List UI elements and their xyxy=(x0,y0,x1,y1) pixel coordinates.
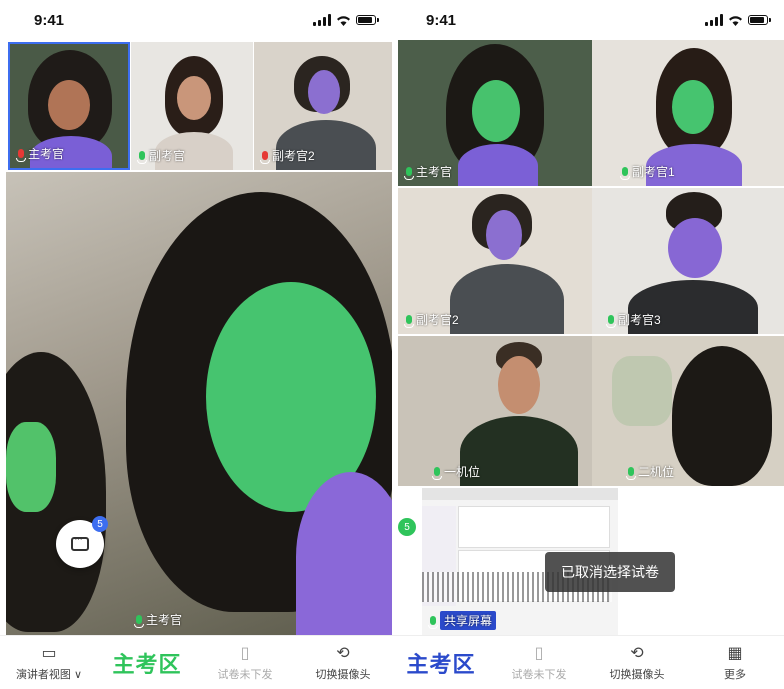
brand-title: 主考区 xyxy=(392,647,490,679)
mic-icon xyxy=(260,151,270,164)
battery-icon xyxy=(356,15,379,25)
switch-camera-label: 切换摄像头 xyxy=(609,669,665,681)
brand-label: 主考区 xyxy=(112,651,182,677)
count-badge: 5 xyxy=(398,518,416,536)
grid-chief-examiner[interactable]: 主考官 xyxy=(398,40,592,186)
grid-deputy-examiner-1[interactable]: 副考官1 xyxy=(592,40,784,186)
presenter-view-label: 演讲者视图 ∨ xyxy=(15,669,83,681)
mic-icon xyxy=(626,467,636,480)
switch-camera-button[interactable]: ⟲ 切换摄像头 xyxy=(294,643,392,682)
status-bar: 9:41 xyxy=(392,0,784,40)
paper-button[interactable]: ▯ 试卷未下发 xyxy=(490,643,588,682)
grid-label: 二机位 xyxy=(638,465,675,479)
status-bar: 9:41 xyxy=(0,0,392,40)
thumb-deputy-examiner-2[interactable]: 副考官2 xyxy=(254,42,392,170)
thumb-label: 主考官 xyxy=(28,147,65,161)
paper-button[interactable]: ▯ 试卷未下发 xyxy=(196,643,294,682)
presenter-view-button[interactable]: ▭ 演讲者视图 ∨ xyxy=(0,643,98,682)
paper-label: 试卷未下发 xyxy=(217,669,273,681)
more-label: 更多 xyxy=(724,669,746,681)
mic-icon xyxy=(134,615,144,628)
thumb-deputy-examiner[interactable]: 副考官 xyxy=(131,42,253,170)
paper-icon: ▯ xyxy=(534,645,544,662)
status-time: 9:41 xyxy=(34,11,65,29)
screen-share-label: 共享屏幕 xyxy=(440,611,497,630)
thumb-chief-examiner[interactable]: 主考官 xyxy=(8,42,130,170)
mic-icon xyxy=(620,167,630,180)
grid-deputy-examiner-3[interactable]: 副考官3 xyxy=(592,188,784,334)
mic-icon xyxy=(428,616,438,629)
paper-icon: ▯ xyxy=(240,645,250,662)
grid-label: 副考官3 xyxy=(618,313,661,327)
switch-camera-label: 切换摄像头 xyxy=(315,669,371,681)
presenter-icon: ▭ xyxy=(41,645,57,662)
grid-label: 副考官2 xyxy=(416,313,459,327)
paper-label: 试卷未下发 xyxy=(511,669,567,681)
brand-label: 主考区 xyxy=(406,651,476,677)
chat-icon xyxy=(71,533,89,551)
camera-switch-icon: ⟲ xyxy=(336,645,350,662)
grid-label: 主考官 xyxy=(416,165,453,179)
right-screen: 9:41 主考官 副考官1 副考官2 副考官3 一机位 二机位 共享屏幕 5 已… xyxy=(392,0,784,689)
wifi-icon xyxy=(729,15,742,26)
grid-icon: ▦ xyxy=(727,645,743,662)
mic-icon xyxy=(137,151,147,164)
grid-label: 副考官1 xyxy=(632,165,675,179)
chat-button[interactable]: 5 xyxy=(56,516,108,568)
mic-icon xyxy=(404,315,414,328)
mic-icon xyxy=(432,467,442,480)
grid-camera-2[interactable]: 二机位 xyxy=(592,336,784,486)
left-screen: 9:41 主考官 副考官 副考官2 主考官 ··· 5 ▭ 演讲者视图 ∨ 主考… xyxy=(0,0,392,689)
mic-icon xyxy=(606,315,616,328)
bottom-toolbar: ▭ 演讲者视图 ∨ 主考区 ▯ 试卷未下发 ⟲ 切换摄像头 xyxy=(0,635,392,689)
main-label: 主考官 xyxy=(146,613,183,627)
thumb-label: 副考官 xyxy=(149,149,186,163)
mic-icon xyxy=(16,149,26,162)
chat-badge: 5 xyxy=(92,516,108,532)
switch-camera-button[interactable]: ⟲ 切换摄像头 xyxy=(588,643,686,682)
mic-icon xyxy=(404,167,414,180)
battery-icon xyxy=(748,15,771,25)
thumb-label: 副考官2 xyxy=(272,149,315,163)
signal-icon xyxy=(705,14,723,26)
brand-title: 主考区 xyxy=(98,647,196,679)
wifi-icon xyxy=(337,15,350,26)
status-time: 9:41 xyxy=(426,11,457,29)
camera-switch-icon: ⟲ xyxy=(630,645,644,662)
toast-message: 已取消选择试卷 xyxy=(545,552,675,592)
more-button[interactable]: ▦ 更多 xyxy=(686,643,784,682)
grid-camera-1[interactable]: 一机位 xyxy=(398,336,592,486)
bottom-toolbar: 主考区 ▯ 试卷未下发 ⟲ 切换摄像头 ▦ 更多 xyxy=(392,635,784,689)
signal-icon xyxy=(313,14,331,26)
grid-label: 一机位 xyxy=(444,465,481,479)
grid-deputy-examiner-2[interactable]: 副考官2 xyxy=(398,188,592,334)
main-video[interactable]: 主考官 xyxy=(6,172,392,636)
